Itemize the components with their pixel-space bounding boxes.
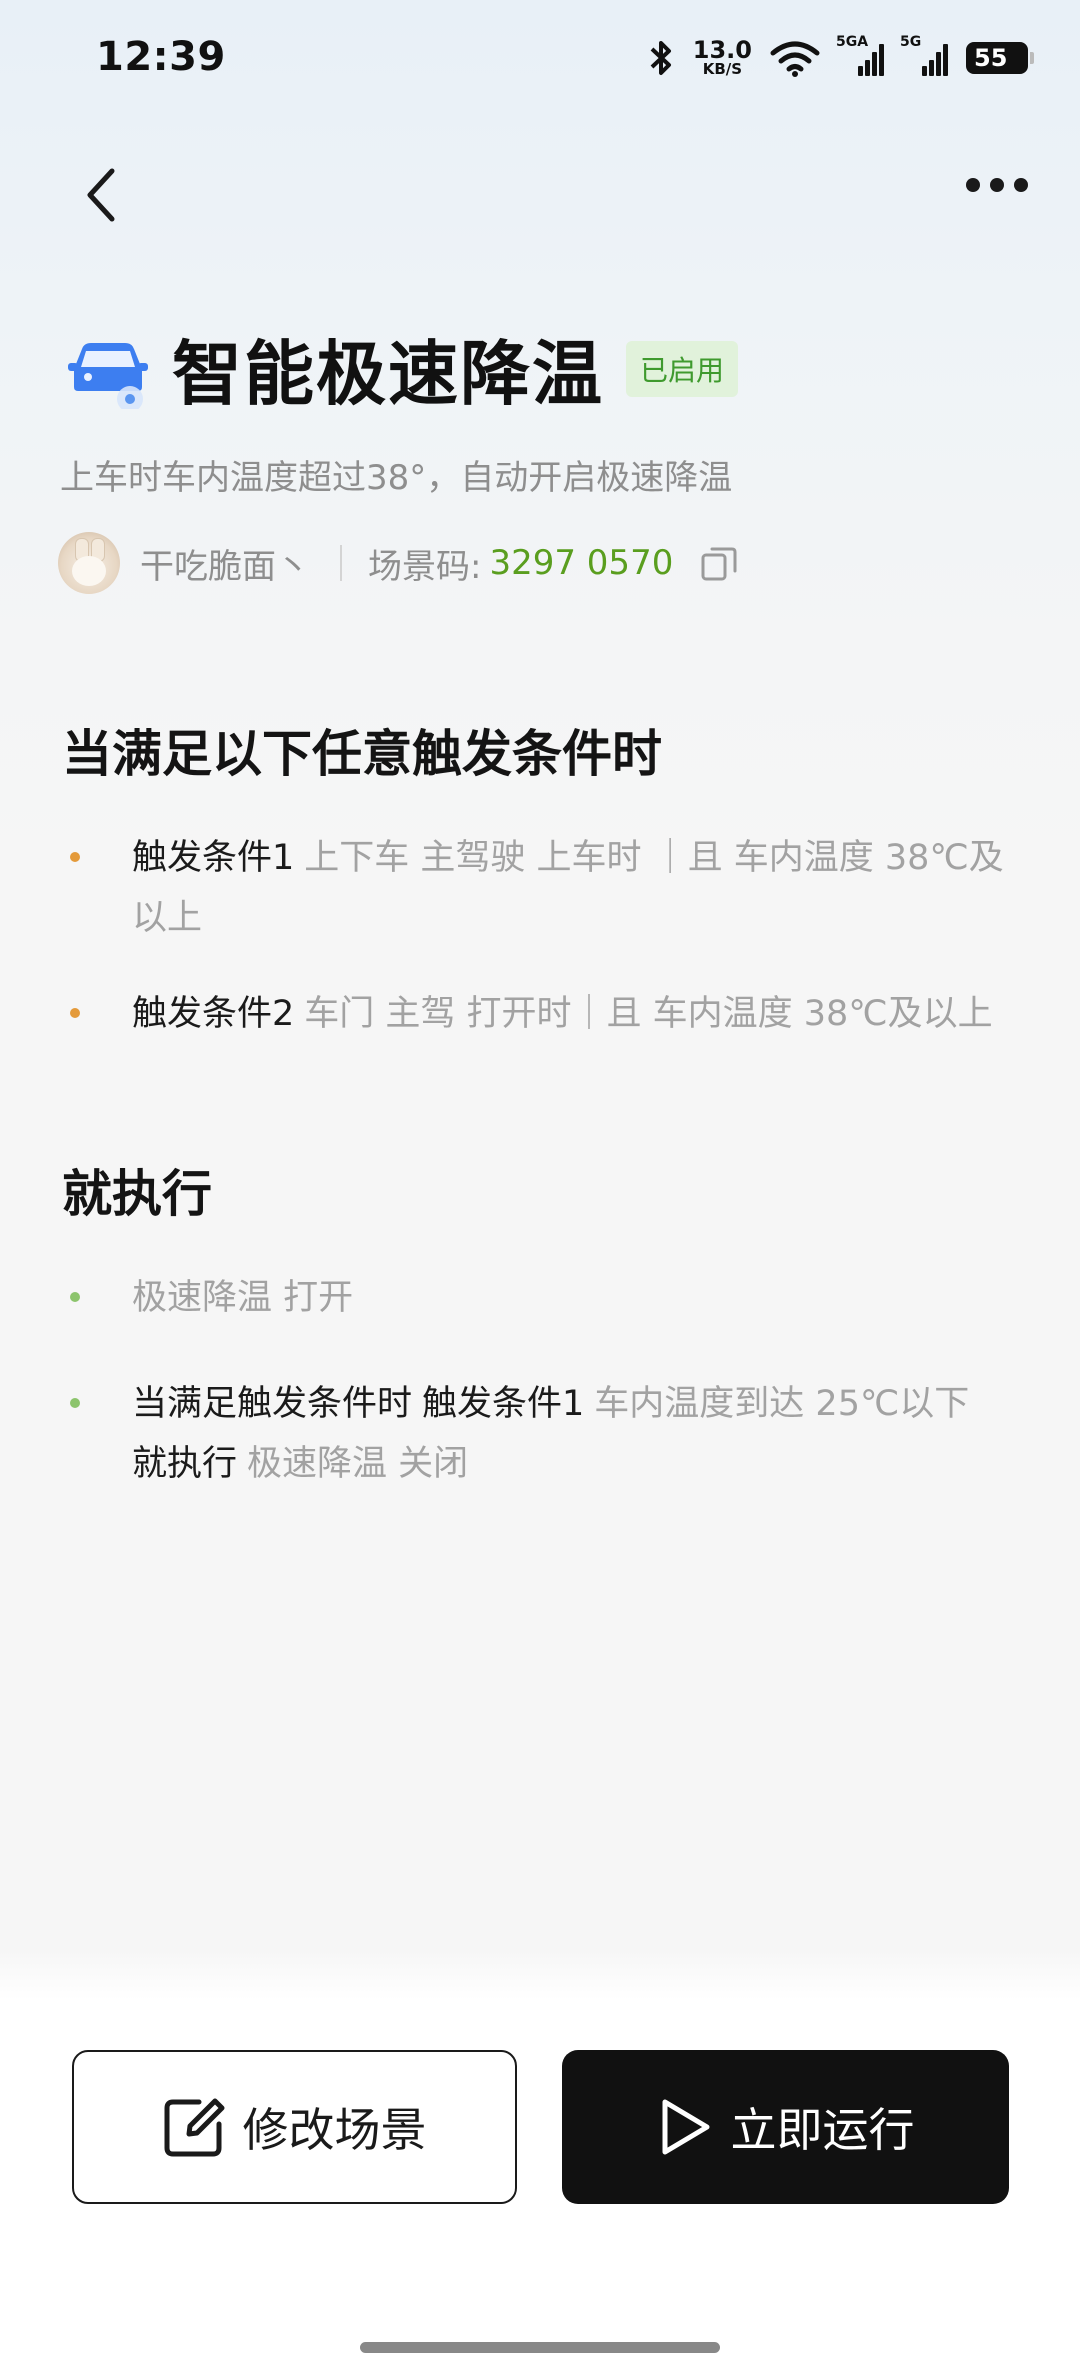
action-exec-detail: 极速降温 关闭: [247, 1444, 469, 1484]
bullet-dot: [70, 852, 80, 862]
back-button[interactable]: [72, 160, 132, 230]
scene-description: 上车时车内温度超过38°，自动开启极速降温: [60, 458, 733, 498]
signal-sim2-icon: 5G: [900, 34, 948, 76]
status-time: 12:39: [96, 34, 226, 80]
wifi-icon: [770, 41, 820, 77]
author-name[interactable]: 干吃脆面丶: [140, 539, 310, 588]
scene-meta: 干吃脆面丶 场景码: 3297 0570: [58, 530, 739, 596]
scene-title: 智能极速降温: [172, 333, 604, 415]
edit-icon: [164, 2098, 224, 2157]
scene-code-label: 场景码:: [368, 546, 482, 587]
more-button[interactable]: [966, 178, 1028, 192]
action-item: 当满足触发条件时 触发条件1 车内温度到达 25℃以下 就执行 极速降温 关闭: [70, 1374, 1010, 1494]
run-now-button[interactable]: 立即运行: [562, 2050, 1009, 2204]
triggers-heading: 当满足以下任意触发条件时: [62, 725, 662, 783]
trigger-label: 触发条件1: [132, 838, 295, 878]
trigger-item: 触发条件1 上下车 主驾驶 上车时 ｜且 车内温度 38℃及以上: [70, 828, 1010, 948]
action-condition-label: 当满足触发条件时: [132, 1384, 413, 1424]
bullet-dot: [70, 1398, 80, 1408]
trigger-label: 触发条件2: [132, 994, 295, 1034]
car-icon: [68, 342, 148, 409]
net-speed-unit: KB/S: [702, 60, 743, 78]
avatar[interactable]: [58, 532, 120, 594]
run-now-label: 立即运行: [730, 2103, 915, 2157]
actions-heading: 就执行: [62, 1165, 212, 1223]
net-speed-value: 13.0: [692, 36, 752, 64]
bullet-dot: [70, 1292, 80, 1302]
home-indicator[interactable]: [360, 2342, 720, 2353]
signal-sim1-icon: 5GA: [836, 34, 884, 76]
copy-icon[interactable]: [699, 543, 739, 583]
scene-header: 智能极速降温 已启用: [64, 318, 739, 419]
bullet-dot: [70, 1008, 80, 1018]
bluetooth-icon: [650, 40, 671, 75]
play-icon: [662, 2099, 709, 2155]
action-condition-target: 触发条件1: [422, 1384, 585, 1424]
chevron-left-icon: [87, 168, 115, 222]
battery-level: 55: [974, 43, 1008, 72]
action-condition-detail: 车内温度到达 25℃以下: [594, 1384, 970, 1424]
meta-divider: [340, 545, 342, 581]
more-dots-icon: [966, 178, 980, 192]
edit-scene-button[interactable]: 修改场景: [72, 2050, 517, 2204]
net-speed: 13.0 KB/S: [693, 38, 752, 77]
sim1-label: 5GA: [836, 33, 869, 50]
action-exec-label: 就执行: [132, 1444, 238, 1484]
trigger-item: 触发条件2 车门 主驾 打开时｜且 车内温度 38℃及以上: [70, 984, 1010, 1044]
sim2-label: 5G: [900, 33, 922, 50]
status-badge: 已启用: [626, 340, 739, 397]
action-item: 极速降温 打开: [70, 1268, 1010, 1328]
scene-code-value: 3297 0570: [489, 543, 674, 583]
battery-icon: 55: [966, 41, 1034, 74]
action-detail: 极速降温 打开: [132, 1278, 354, 1318]
status-icons: 13.0 KB/S 5GA 5G 55: [649, 34, 1034, 77]
edit-scene-label: 修改场景: [242, 2103, 427, 2157]
trigger-detail: 车门 主驾 打开时｜且 车内温度 38℃及以上: [304, 994, 993, 1034]
